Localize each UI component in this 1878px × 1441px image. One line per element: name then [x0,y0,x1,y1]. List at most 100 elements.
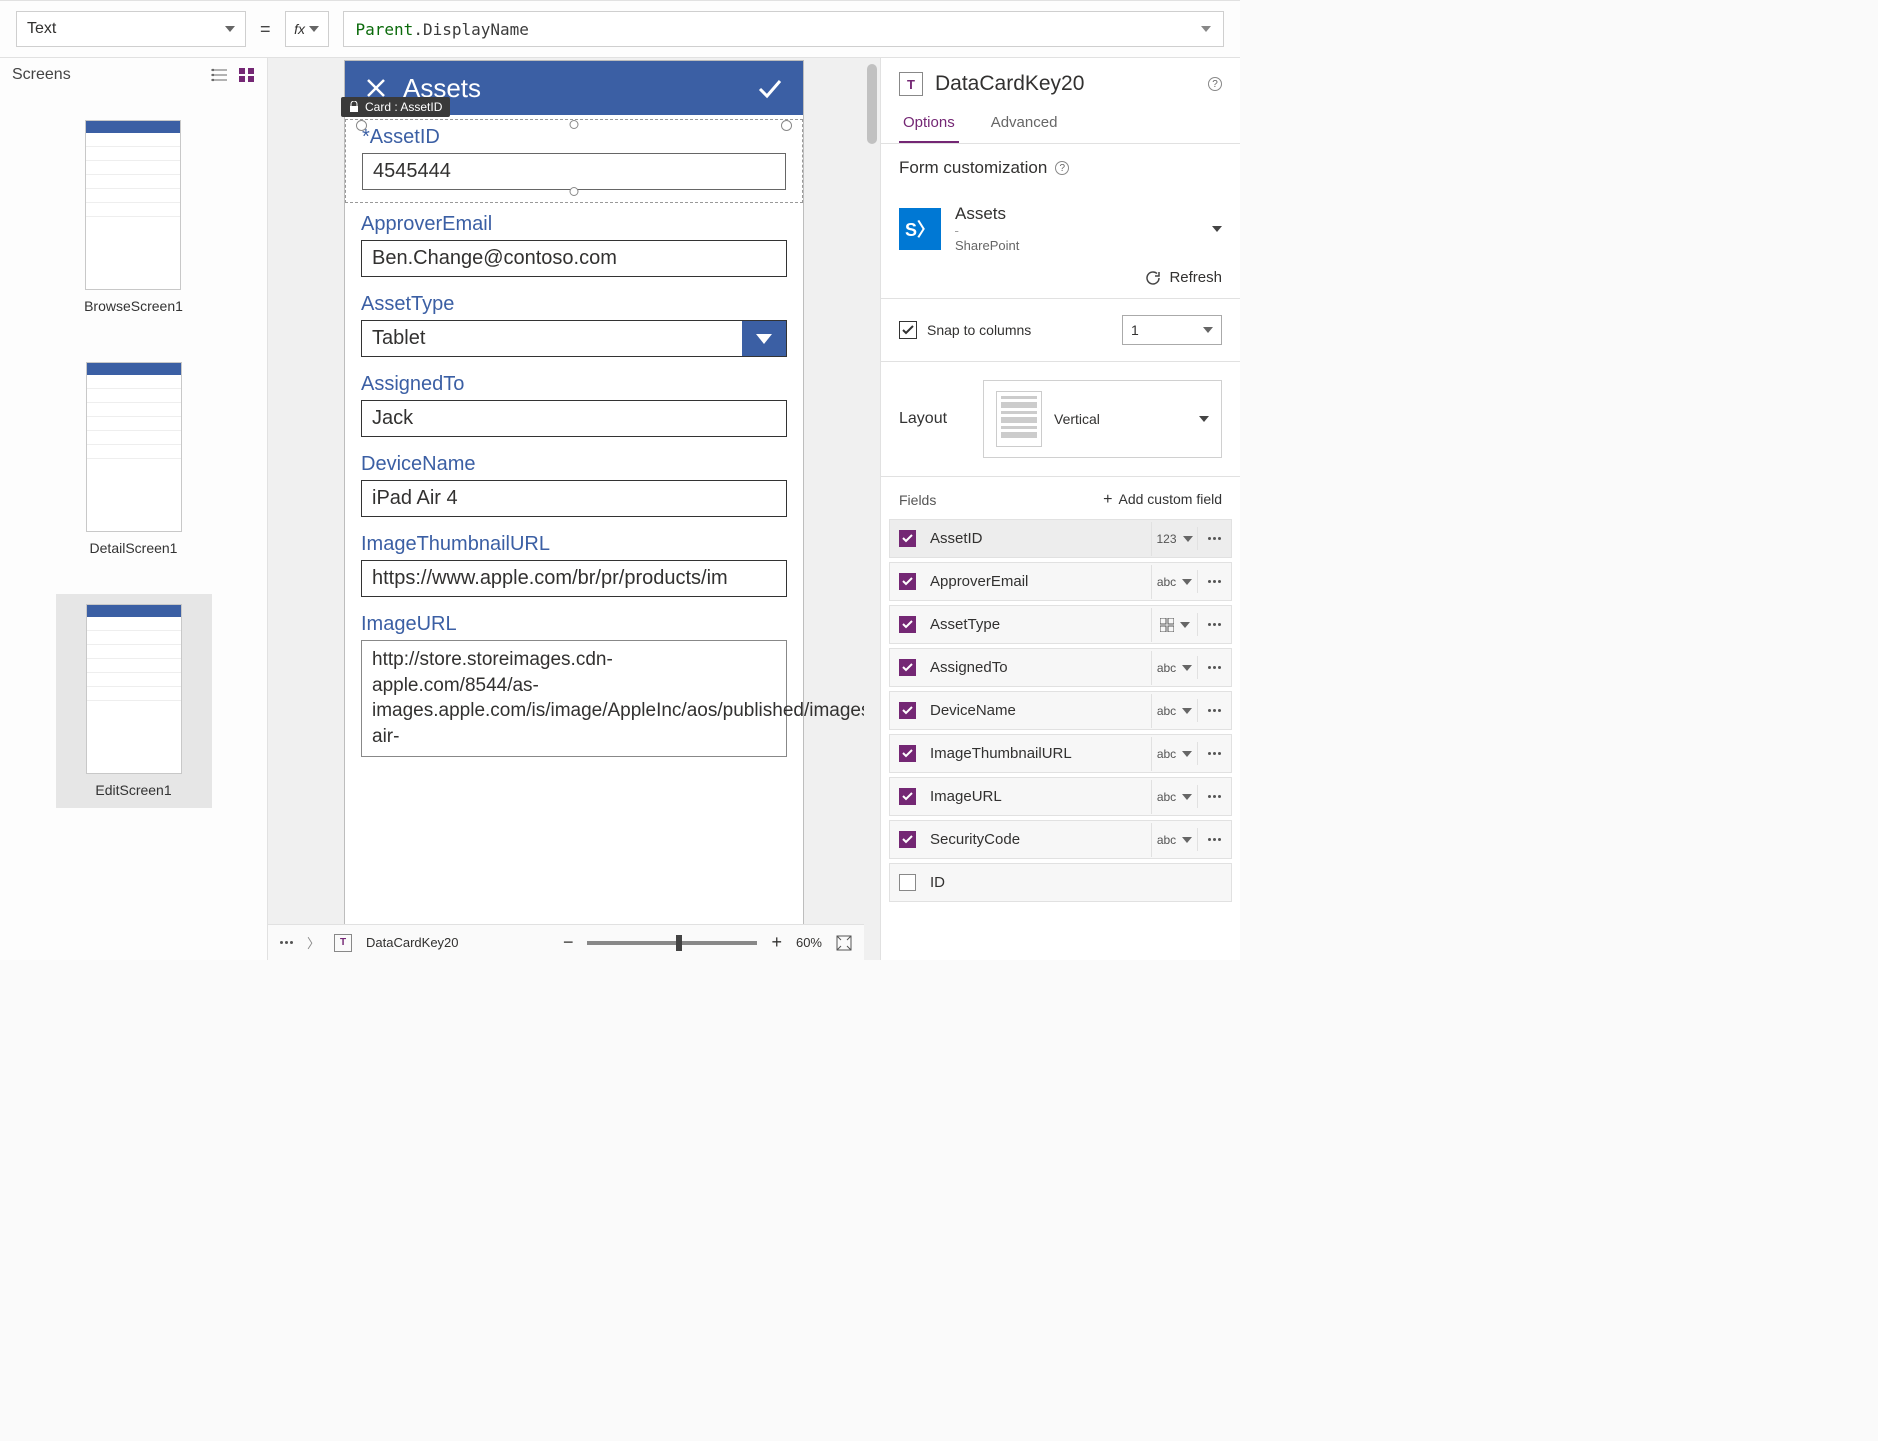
field-checkbox[interactable] [890,788,924,805]
tab-advanced[interactable]: Advanced [987,108,1062,143]
field-more-button[interactable] [1197,742,1231,765]
field-checkbox[interactable] [890,831,924,848]
datacard-imagethumbnailurl[interactable]: ImageThumbnailURL https://www.apple.com/… [361,527,787,603]
zoom-out-button[interactable]: − [563,932,574,953]
field-type-selector[interactable]: abc [1151,565,1197,599]
list-view-icon[interactable] [211,68,227,82]
field-name: ApproverEmail [924,563,1151,600]
tab-options[interactable]: Options [899,108,959,143]
columns-select[interactable]: 1 [1122,315,1222,345]
field-row[interactable]: ImageThumbnailURLabc [889,734,1232,773]
field-type-selector[interactable] [1151,608,1197,642]
card-value-input[interactable]: 4545444 [362,153,786,190]
fx-button[interactable]: fx [285,11,329,47]
card-label: ImageThumbnailURL [361,533,787,556]
refresh-icon[interactable] [1145,270,1161,286]
close-x-icon[interactable] [365,77,387,99]
card-value-input[interactable]: https://www.apple.com/br/pr/products/im [361,560,787,597]
field-checkbox[interactable] [890,702,924,719]
canvas-area: Assets Card : AssetID *AssetID [268,58,880,960]
chevron-down-icon[interactable] [742,321,786,356]
field-row[interactable]: AssetID123 [889,519,1232,558]
card-value-input[interactable]: iPad Air 4 [361,480,787,517]
card-value-input[interactable]: Jack [361,400,787,437]
zoom-value: 60% [796,935,822,950]
card-value-input[interactable]: http://store.storeimages.cdn-apple.com/8… [361,640,787,757]
data-source-row[interactable]: S〉 Assets SharePoint [881,192,1240,263]
screen-thumbnail[interactable]: DetailScreen1 [56,352,212,566]
field-row[interactable]: AssignedToabc [889,648,1232,687]
field-checkbox[interactable] [890,874,924,891]
field-type-selector[interactable]: abc [1151,823,1197,857]
field-checkbox[interactable] [890,616,924,633]
field-type-selector[interactable]: abc [1151,694,1197,728]
card-value-dropdown[interactable]: Tablet [361,320,787,357]
status-bar: 〉 T DataCardKey20 − + 60% [268,924,864,960]
field-name: DeviceName [924,692,1151,729]
property-selector[interactable]: Text [16,11,246,47]
chevron-down-icon [1203,327,1213,333]
fields-header: Fields + Add custom field [881,477,1240,519]
datacard-assettype[interactable]: AssetType Tablet [361,287,787,363]
datacard-approveremail[interactable]: ApproverEmail Ben.Change@contoso.com [361,207,787,283]
more-icon[interactable] [280,941,293,944]
grid-view-icon[interactable] [239,68,255,82]
help-icon[interactable]: ? [1208,77,1222,91]
refresh-label[interactable]: Refresh [1169,269,1222,286]
field-checkbox[interactable] [890,659,924,676]
field-name: AssetID [924,520,1151,557]
datacard-assignedto[interactable]: AssignedTo Jack [361,367,787,443]
layout-row: Layout Vertical [881,362,1240,477]
formula-bar: Text = fx Parent.DisplayName [0,1,1240,58]
card-label: ApproverEmail [361,213,787,236]
breadcrumb[interactable]: DataCardKey20 [366,935,459,950]
field-type-selector[interactable]: 123 [1151,522,1197,556]
zoom-slider[interactable] [587,941,757,945]
vertical-scrollbar[interactable] [864,58,880,924]
datacard-assetid[interactable]: *AssetID 4545444 [345,119,803,203]
field-row[interactable]: ImageURLabc [889,777,1232,816]
field-more-button[interactable] [1197,785,1231,808]
field-type-selector[interactable]: abc [1151,780,1197,814]
field-row[interactable]: DeviceNameabc [889,691,1232,730]
field-row[interactable]: SecurityCodeabc [889,820,1232,859]
panel-title-row: T DataCardKey20 ? [881,58,1240,102]
field-checkbox[interactable] [890,745,924,762]
screen-thumbnail[interactable]: EditScreen1 [56,594,212,808]
fit-to-window-icon[interactable] [836,935,852,951]
zoom-in-button[interactable]: + [771,932,782,953]
field-more-button[interactable] [1197,613,1231,636]
layout-thumbnail-icon [996,391,1042,447]
field-more-button[interactable] [1197,699,1231,722]
field-row[interactable]: AssetType [889,605,1232,644]
screen-thumbnail[interactable]: BrowseScreen1 [54,110,213,324]
layout-select[interactable]: Vertical [983,380,1222,458]
layout-value: Vertical [1054,411,1100,427]
field-more-button[interactable] [1197,828,1231,851]
field-row[interactable]: ID [889,863,1232,902]
field-more-button[interactable] [1197,527,1231,550]
field-more-button[interactable] [1197,570,1231,593]
field-row[interactable]: ApproverEmailabc [889,562,1232,601]
chevron-down-icon[interactable] [1212,226,1222,232]
phone-preview[interactable]: Assets Card : AssetID *AssetID [344,60,804,960]
field-more-button[interactable] [1197,656,1231,679]
card-label: *AssetID [362,126,786,149]
field-checkbox[interactable] [890,530,924,547]
snap-checkbox[interactable] [899,321,917,339]
field-type-selector[interactable]: abc [1151,651,1197,685]
add-custom-field-button[interactable]: + Add custom field [1103,491,1222,509]
data-source-url [955,224,1198,238]
datacard-imageurl[interactable]: ImageURL http://store.storeimages.cdn-ap… [361,607,787,763]
field-checkbox[interactable] [890,573,924,590]
help-icon[interactable]: ? [1055,161,1069,175]
checkmark-icon[interactable] [757,77,783,99]
card-label: AssetType [361,293,787,316]
thumbnail-label: BrowseScreen1 [84,298,183,314]
card-value-input[interactable]: Ben.Change@contoso.com [361,240,787,277]
formula-input[interactable]: Parent.DisplayName [343,11,1224,47]
sharepoint-icon: S〉 [899,208,941,250]
field-type-selector[interactable]: abc [1151,737,1197,771]
field-name: ID [924,864,1231,901]
datacard-devicename[interactable]: DeviceName iPad Air 4 [361,447,787,523]
